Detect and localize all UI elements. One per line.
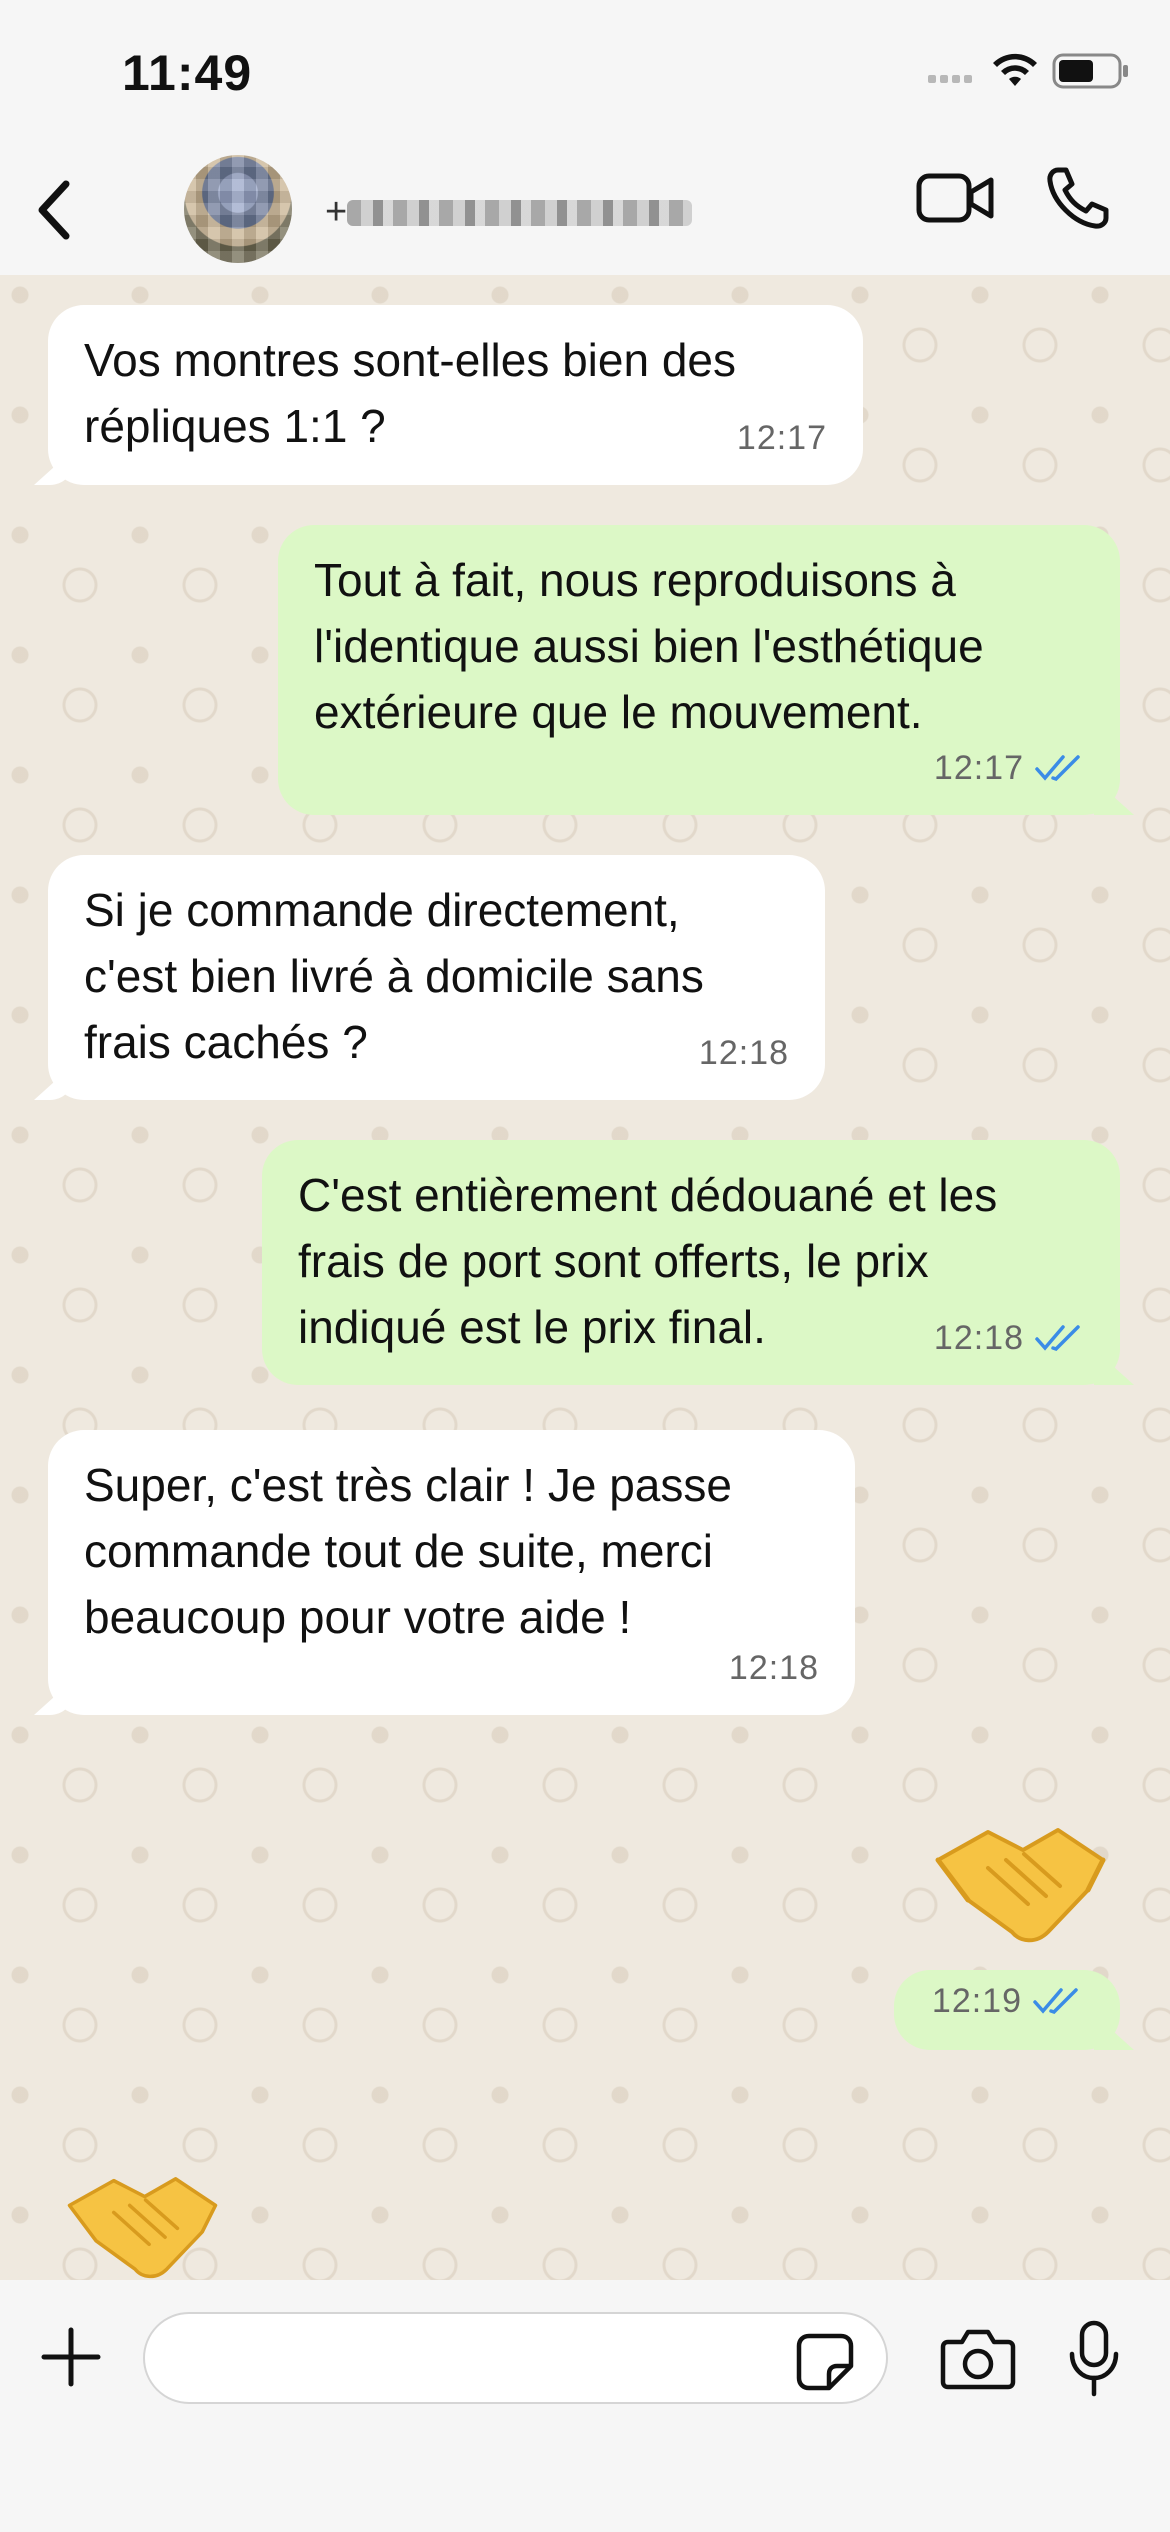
cellular-signal-icon	[928, 70, 976, 88]
message-time: 12:17	[933, 749, 1024, 787]
handshake-emoji-icon[interactable]	[50, 2170, 235, 2285]
message-incoming[interactable]: Vos montres sont-elles bien des réplique…	[48, 305, 863, 485]
message-text: Si je commande directement, c'est bien l…	[84, 884, 704, 1068]
message-incoming[interactable]: Si je commande directement, c'est bien l…	[48, 855, 825, 1100]
phone-call-icon[interactable]	[1044, 164, 1112, 232]
blurred-phone-number	[347, 200, 692, 226]
double-check-read-icon	[1035, 1325, 1080, 1352]
message-text: Tout à fait, nous reproduisons à l'ident…	[314, 554, 984, 738]
video-call-icon[interactable]	[915, 168, 995, 228]
status-time: 11:49	[122, 45, 253, 101]
contact-name-prefix: +	[325, 192, 348, 232]
double-check-read-icon	[1035, 755, 1080, 782]
status-bar: 11:49	[0, 0, 1170, 150]
message-time: 12:18	[933, 1319, 1024, 1357]
message-input-bar	[0, 2280, 1170, 2532]
message-meta: 12:17	[737, 405, 827, 471]
contact-name[interactable]: +	[325, 192, 695, 232]
message-time: 12:18	[728, 1649, 819, 1687]
sticker-icon[interactable]	[795, 2332, 855, 2392]
message-meta: 12:18	[729, 1635, 819, 1701]
handshake-emoji-icon[interactable]	[928, 1820, 1113, 1950]
message-input[interactable]	[143, 2312, 888, 2404]
chat-header: +	[0, 150, 1170, 275]
message-outgoing-emoji-time[interactable]: 12:19	[894, 1970, 1120, 2050]
message-meta: 12:19	[932, 1968, 1082, 2034]
wifi-icon	[993, 53, 1037, 86]
message-incoming[interactable]: Super, c'est très clair ! Je passe comma…	[48, 1430, 855, 1715]
message-text: Vos montres sont-elles bien des réplique…	[84, 334, 737, 452]
message-text: Super, c'est très clair ! Je passe comma…	[84, 1459, 732, 1643]
battery-icon	[1052, 53, 1128, 89]
back-button[interactable]	[20, 170, 100, 250]
chat-messages-area[interactable]: Vos montres sont-elles bien des réplique…	[0, 275, 1170, 2280]
message-time: 12:18	[698, 1034, 789, 1072]
contact-avatar[interactable]	[184, 155, 292, 263]
message-outgoing[interactable]: C'est entièrement dédouané et les frais …	[262, 1140, 1120, 1385]
double-check-read-icon	[1033, 1988, 1078, 2015]
message-meta: 12:17	[934, 735, 1084, 801]
camera-icon[interactable]	[940, 2326, 1016, 2390]
message-time: 12:19	[931, 1982, 1022, 2020]
microphone-icon[interactable]	[1068, 2320, 1120, 2398]
message-time: 12:17	[736, 419, 827, 457]
plus-icon[interactable]	[38, 2324, 104, 2390]
message-outgoing[interactable]: Tout à fait, nous reproduisons à l'ident…	[278, 525, 1120, 815]
whatsapp-chat-screen: 11:49 + Vos montres sont-elles bien des …	[0, 0, 1170, 2532]
message-meta: 12:18	[934, 1305, 1084, 1371]
message-meta: 12:18	[699, 1020, 789, 1086]
